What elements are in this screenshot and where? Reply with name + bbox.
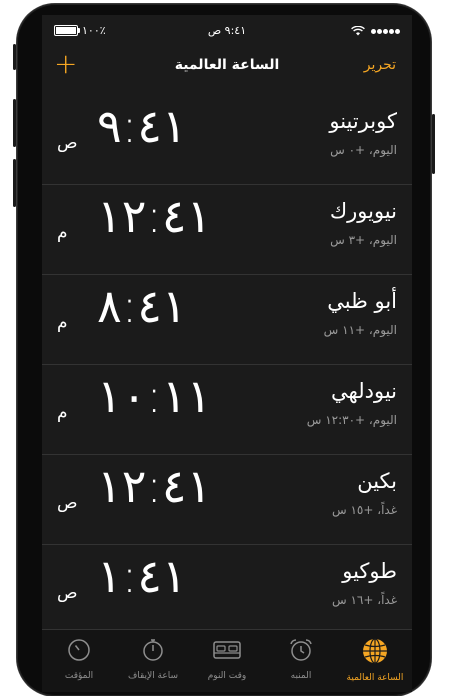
tab-label: الساعة العالمية (346, 673, 404, 683)
screen: ١٠٠٪ ٩:٤١ ص + الساعة العالمية تحرير كوبر… (42, 15, 412, 692)
city-ampm: م (57, 403, 68, 423)
edit-button[interactable]: تحرير (364, 57, 396, 73)
city-time: ١٠:١١ (97, 369, 212, 423)
world-clock-list: كوبرتينو اليوم، +٠ س ص ٩:٤١ نيويورك اليو… (42, 95, 412, 634)
tab-alarm[interactable]: المنبه (264, 638, 338, 681)
tab-timer[interactable]: المؤقت (42, 638, 116, 681)
alarm-clock-icon (290, 639, 312, 661)
timer-icon (68, 639, 90, 661)
status-bar: ١٠٠٪ ٩:٤١ ص (42, 15, 412, 45)
city-row[interactable]: أبو ظبي اليوم، +١١ س م ٨:٤١ (42, 275, 412, 365)
city-name: كوبرتينو (329, 109, 397, 133)
power-button (432, 114, 435, 174)
city-time: ٨:٤١ (97, 279, 187, 333)
globe-icon (363, 638, 387, 664)
city-time: ١٢:٤١ (97, 189, 212, 243)
city-offset: اليوم، +٠ س (330, 143, 397, 157)
tab-label: ساعة الإيقاف (127, 671, 179, 681)
city-ampm: ص (57, 133, 78, 153)
volume-up-button (13, 99, 16, 147)
city-name: بكين (357, 469, 397, 493)
city-ampm: ص (57, 583, 78, 603)
city-offset: اليوم، +١٢:٣٠ س (306, 413, 397, 427)
city-name: نيويورك (329, 199, 397, 223)
city-row[interactable]: طوكيو غداً، +١٦ س ص ١:٤١ (42, 545, 412, 634)
city-offset: اليوم، +٣ س (330, 233, 397, 247)
city-ampm: م (57, 223, 68, 243)
stopwatch-icon (143, 639, 163, 661)
tab-bedtime[interactable]: وقت النوم (190, 638, 264, 681)
tab-label: وقت النوم (207, 671, 247, 681)
city-offset: اليوم، +١١ س (323, 323, 397, 337)
city-name: نيودلهي (331, 379, 397, 403)
city-ampm: ص (57, 493, 78, 513)
city-offset: غداً، +١٦ س (331, 593, 397, 607)
tab-world-clock[interactable]: الساعة العالمية (338, 638, 412, 683)
tab-bar: المؤقت ساعة الإيقاف وقت النوم المنبه الس… (42, 629, 412, 692)
city-ampm: م (57, 313, 68, 333)
page-title: الساعة العالمية (174, 57, 280, 73)
navigation-bar: + الساعة العالمية تحرير (42, 45, 412, 89)
city-name: أبو ظبي (327, 289, 397, 313)
city-time: ١:٤١ (97, 549, 187, 603)
tab-label: المؤقت (64, 671, 94, 681)
tab-stopwatch[interactable]: ساعة الإيقاف (116, 638, 190, 681)
city-row[interactable]: كوبرتينو اليوم، +٠ س ص ٩:٤١ (42, 95, 412, 185)
wifi-icon (351, 25, 365, 35)
city-row[interactable]: نيودلهي اليوم، +١٢:٣٠ س م ١٠:١١ (42, 365, 412, 455)
volume-down-button (13, 159, 16, 207)
city-row[interactable]: نيويورك اليوم، +٣ س م ١٢:٤١ (42, 185, 412, 275)
signal-strength-icon (370, 24, 400, 37)
city-time: ٩:٤١ (97, 99, 187, 153)
city-name: طوكيو (342, 559, 397, 583)
bed-icon (213, 641, 241, 659)
tab-label: المنبه (290, 671, 312, 681)
city-offset: غداً، +١٥ س (331, 503, 397, 517)
city-row[interactable]: بكين غداً، +١٥ س ص ١٢:٤١ (42, 455, 412, 545)
city-time: ١٢:٤١ (97, 459, 212, 513)
mute-switch (13, 44, 16, 70)
